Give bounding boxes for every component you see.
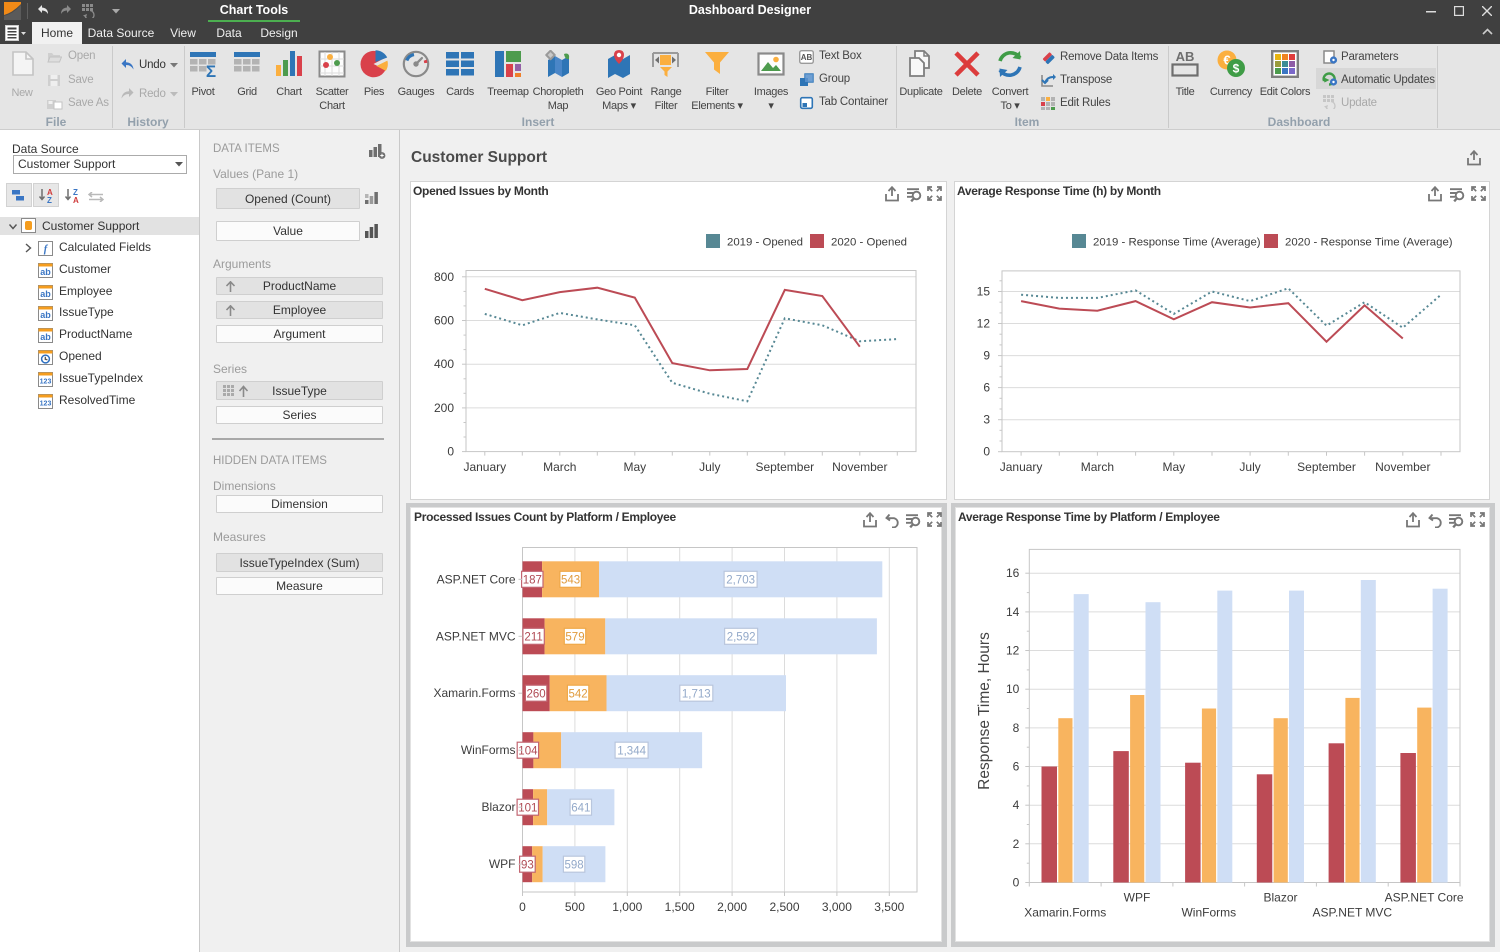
- svg-text:ab: ab: [40, 289, 51, 299]
- svg-text:0: 0: [983, 445, 990, 459]
- svg-text:16: 16: [1006, 566, 1020, 580]
- svg-text:Blazor: Blazor: [481, 800, 515, 814]
- svg-text:Xamarin.Forms: Xamarin.Forms: [1024, 906, 1106, 920]
- svg-text:ASP.NET Core: ASP.NET Core: [437, 572, 516, 586]
- svg-text:March: March: [1081, 460, 1114, 474]
- svg-text:November: November: [1375, 460, 1430, 474]
- svg-text:January: January: [463, 460, 506, 474]
- svg-text:14: 14: [1006, 605, 1020, 619]
- svg-text:March: March: [543, 460, 576, 474]
- svg-text:WinForms: WinForms: [461, 743, 516, 757]
- svg-text:2020 - Response Time (Average): 2020 - Response Time (Average): [1285, 237, 1453, 249]
- svg-text:104: 104: [518, 745, 538, 757]
- svg-text:12: 12: [977, 317, 991, 331]
- svg-text:WPF: WPF: [489, 857, 516, 871]
- svg-text:800: 800: [434, 270, 454, 284]
- svg-text:January: January: [1000, 460, 1043, 474]
- svg-text:May: May: [1162, 460, 1185, 474]
- svg-text:2019 - Opened: 2019 - Opened: [727, 237, 803, 249]
- svg-text:WinForms: WinForms: [1181, 906, 1236, 920]
- svg-text:July: July: [699, 460, 720, 474]
- svg-text:12: 12: [1006, 644, 1020, 658]
- svg-text:3,000: 3,000: [822, 900, 852, 914]
- svg-text:2: 2: [1013, 837, 1020, 851]
- svg-text:3,500: 3,500: [874, 900, 904, 914]
- svg-text:ASP.NET MVC: ASP.NET MVC: [436, 629, 516, 643]
- svg-text:2020 - Opened: 2020 - Opened: [831, 237, 907, 249]
- svg-text:ASP.NET Core: ASP.NET Core: [1385, 891, 1464, 905]
- svg-text:1,500: 1,500: [665, 900, 695, 914]
- svg-text:1,000: 1,000: [612, 900, 642, 914]
- svg-text:15: 15: [977, 285, 991, 299]
- svg-text:600: 600: [434, 314, 454, 328]
- svg-text:200: 200: [434, 401, 454, 415]
- svg-text:211: 211: [524, 632, 542, 644]
- svg-text:400: 400: [434, 357, 454, 371]
- svg-text:$: $: [1233, 62, 1240, 76]
- svg-text:101: 101: [518, 802, 537, 814]
- svg-text:Σ: Σ: [206, 62, 216, 78]
- svg-text:Xamarin.Forms: Xamarin.Forms: [433, 686, 515, 700]
- svg-text:6: 6: [1013, 760, 1020, 774]
- svg-text:542: 542: [569, 688, 588, 700]
- svg-text:260: 260: [527, 688, 546, 700]
- svg-text:ab: ab: [40, 310, 51, 320]
- svg-text:6: 6: [983, 381, 990, 395]
- svg-text:187: 187: [523, 575, 542, 587]
- svg-text:2,000: 2,000: [717, 900, 747, 914]
- svg-text:2,500: 2,500: [769, 900, 799, 914]
- svg-text:1,344: 1,344: [617, 745, 646, 757]
- svg-text:2,703: 2,703: [726, 575, 755, 587]
- svg-text:1,713: 1,713: [682, 688, 711, 700]
- svg-text:0: 0: [1013, 876, 1020, 890]
- svg-text:WPF: WPF: [1124, 891, 1151, 905]
- svg-text:579: 579: [565, 632, 584, 644]
- svg-text:598: 598: [565, 859, 584, 871]
- svg-text:A: A: [73, 196, 79, 203]
- svg-text:Blazor: Blazor: [1263, 891, 1297, 905]
- svg-text:ab: ab: [40, 332, 51, 342]
- svg-text:10: 10: [1006, 682, 1020, 696]
- svg-text:123: 123: [40, 378, 52, 385]
- svg-text:8: 8: [1013, 721, 1020, 735]
- svg-text:3: 3: [983, 413, 990, 427]
- svg-text:July: July: [1239, 460, 1260, 474]
- svg-text:0: 0: [447, 445, 454, 459]
- svg-text:4: 4: [1013, 798, 1020, 812]
- svg-text:ASP.NET MVC: ASP.NET MVC: [1313, 906, 1393, 920]
- svg-text:2019 - Response Time (Average): 2019 - Response Time (Average): [1093, 237, 1261, 249]
- svg-text:Response Time, Hours: Response Time, Hours: [976, 632, 993, 790]
- svg-text:September: September: [1297, 460, 1356, 474]
- svg-text:ab: ab: [40, 267, 51, 277]
- svg-text:September: September: [755, 460, 814, 474]
- svg-text:543: 543: [561, 575, 580, 587]
- svg-text:AB: AB: [801, 53, 813, 62]
- svg-text:0: 0: [519, 900, 526, 914]
- svg-text:641: 641: [571, 802, 590, 814]
- svg-text:93: 93: [521, 859, 534, 871]
- svg-text:123: 123: [40, 400, 52, 407]
- svg-text:9: 9: [983, 349, 990, 363]
- svg-text:2,592: 2,592: [727, 632, 756, 644]
- svg-text:May: May: [623, 460, 646, 474]
- svg-text:Z: Z: [47, 196, 52, 203]
- svg-text:500: 500: [565, 900, 585, 914]
- svg-text:November: November: [832, 460, 887, 474]
- svg-text:AB: AB: [1176, 50, 1195, 64]
